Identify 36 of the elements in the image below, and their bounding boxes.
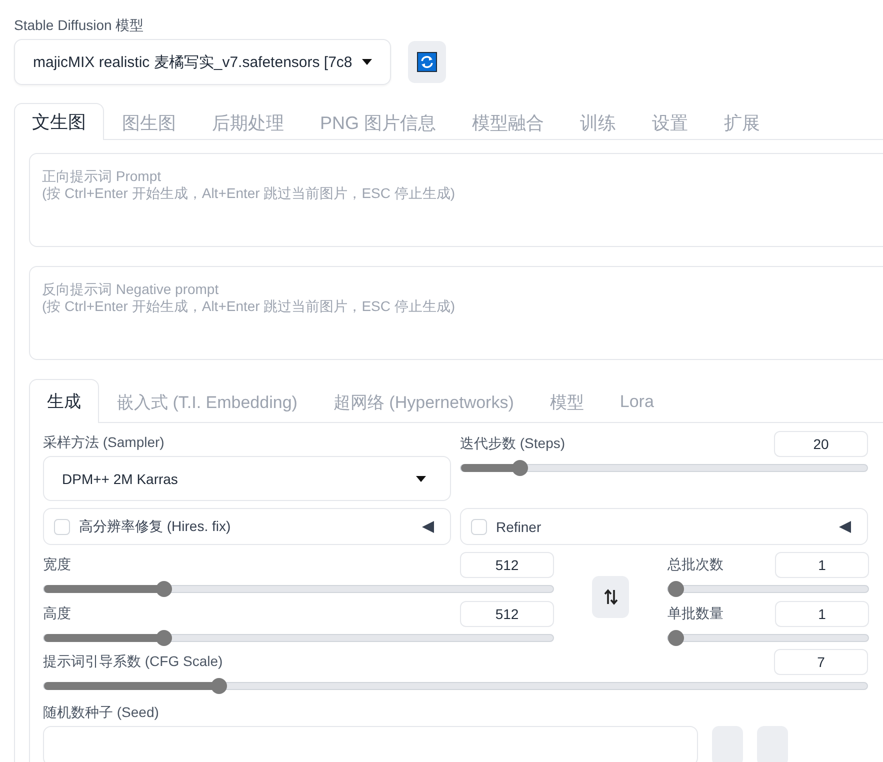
checkbox[interactable]: [54, 518, 70, 534]
number-field[interactable]: 7: [774, 649, 868, 675]
model-label: Stable Diffusion 模型: [14, 17, 145, 35]
swap-button[interactable]: [592, 576, 630, 618]
slider-thumb[interactable]: [512, 460, 528, 476]
slider-thumb[interactable]: [156, 581, 172, 597]
negative-prompt-field[interactable]: 反向提示词 Negative prompt (按 Ctrl+Enter 开始生成，Alt+Enter 跳过当前图片，ESC 停止生成): [29, 266, 883, 360]
seed-field[interactable]: [43, 726, 698, 762]
seed-label: 随机数种子 (Seed): [43, 704, 160, 722]
slider-thumb[interactable]: [211, 678, 228, 694]
slider-thumb[interactable]: [668, 630, 684, 646]
slider-label: 高度: [43, 605, 71, 623]
slider-thumb[interactable]: [668, 581, 684, 597]
refresh-icon: [417, 52, 437, 72]
number-field[interactable]: 512: [460, 552, 554, 578]
number-field[interactable]: 20: [774, 431, 868, 457]
tab[interactable]: 文生图: [14, 103, 104, 140]
number-field[interactable]: 512: [460, 601, 554, 627]
model-dropdown[interactable]: majicMIX realistic 麦橘写实_v7.safetensors [7c8: [14, 39, 391, 85]
checkbox[interactable]: [471, 518, 487, 534]
slider-thumb[interactable]: [156, 630, 172, 646]
tab[interactable]: 生成: [29, 379, 99, 423]
refresh-button[interactable]: [408, 41, 446, 83]
caret-icon: [416, 476, 426, 482]
number-field[interactable]: 1: [774, 552, 869, 578]
swap-arrows-icon: [604, 588, 618, 604]
sampler-dropdown[interactable]: DPM++ 2M Karras: [43, 456, 451, 501]
slider-label: 总批次数: [667, 556, 724, 574]
caret-icon: [362, 59, 372, 65]
slider-label: 单批数量: [667, 605, 724, 623]
sampler-label: 采样方法 (Sampler): [43, 434, 166, 452]
prompt-field[interactable]: 正向提示词 Prompt (按 Ctrl+Enter 开始生成，Alt+Enter 跳过当前图片，ESC 停止生成): [29, 153, 883, 247]
number-field[interactable]: 1: [774, 601, 869, 627]
slider-label: 提示词引导系数 (CFG Scale): [43, 653, 223, 671]
slider-label: 宽度: [43, 556, 71, 574]
slider-label: 迭代步数 (Steps): [460, 435, 566, 453]
